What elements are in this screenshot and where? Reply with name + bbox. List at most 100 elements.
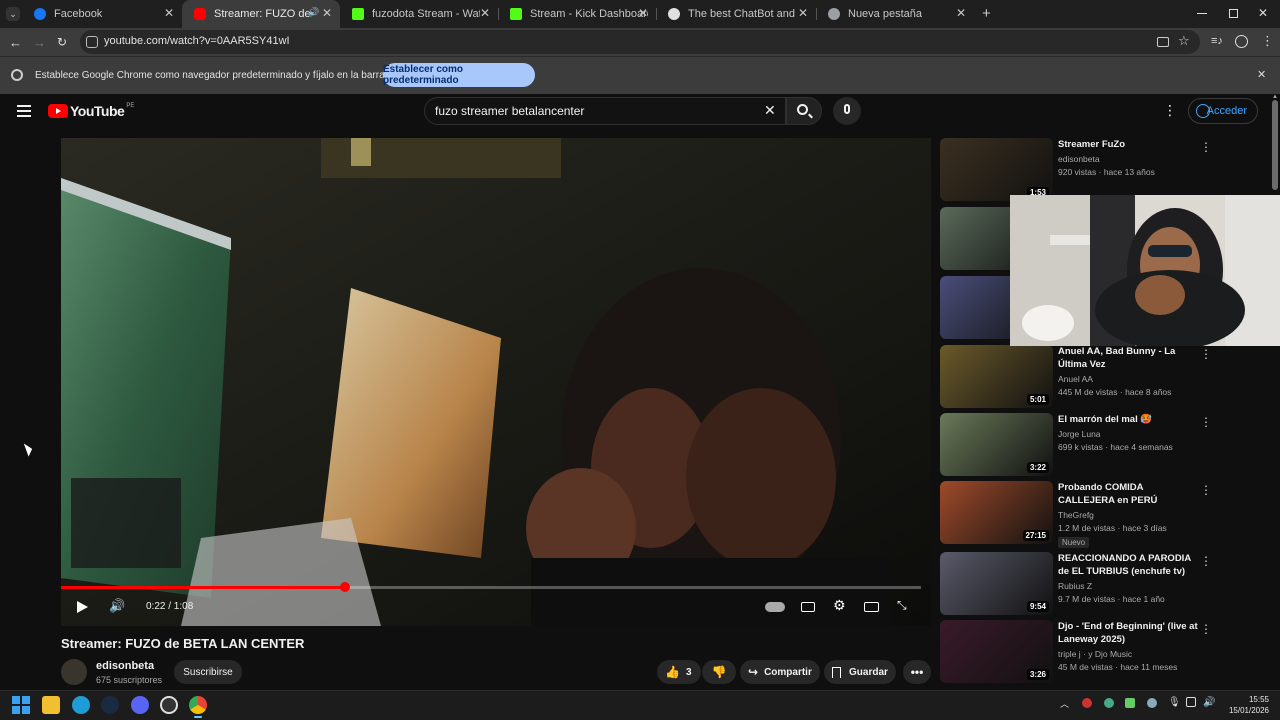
clear-search-icon[interactable]: ✕ <box>764 102 776 119</box>
discord-icon[interactable] <box>131 696 149 714</box>
recommendation-channel[interactable]: Jorge Luna <box>1058 429 1101 439</box>
more-actions-button[interactable]: ••• <box>903 660 931 684</box>
recommendation-item[interactable]: 9:54 REACCIONANDO A PARODIA de EL TURBIUS… <box>940 552 1270 615</box>
media-control-icon[interactable]: ≡♪ <box>1211 35 1223 47</box>
fullscreen-icon[interactable]: ⤡ <box>897 598 907 613</box>
forward-icon[interactable]: → <box>33 35 46 50</box>
search-query[interactable]: fuzo streamer betalancenter <box>435 104 584 118</box>
reload-icon[interactable]: ↻ <box>57 35 67 49</box>
close-infobar-icon[interactable]: ✕ <box>1257 68 1266 81</box>
restore-icon[interactable] <box>1229 9 1238 18</box>
autoplay-toggle[interactable] <box>765 602 785 612</box>
system-clock[interactable]: 15:55 15/01/2026 <box>1221 694 1269 716</box>
url-text[interactable]: youtube.com/watch?v=0AAR5SY41wI <box>104 35 290 47</box>
back-icon[interactable]: ← <box>9 35 22 50</box>
dislike-button[interactable]: 👎 <box>702 660 736 684</box>
recommendation-title[interactable]: REACCIONANDO A PARODIA de EL TURBIUS (en… <box>1058 552 1198 578</box>
close-window-icon[interactable]: ✕ <box>1258 6 1268 20</box>
recommendation-item[interactable]: 3:26 Djo - 'End of Beginning' (live at La… <box>940 620 1270 683</box>
speaker-icon[interactable]: 🔊 <box>308 7 319 18</box>
volume-icon[interactable]: 🔊 <box>109 598 125 614</box>
chrome-menu-icon[interactable]: ⋮ <box>1261 33 1274 49</box>
close-tab-icon[interactable]: ✕ <box>956 6 966 20</box>
sign-in-button[interactable]: Acceder <box>1188 98 1258 124</box>
close-tab-icon[interactable]: ✕ <box>638 6 648 20</box>
file-explorer-icon[interactable] <box>42 696 60 714</box>
more-options-icon[interactable]: ⋮ <box>1200 415 1212 429</box>
tray-app-icon[interactable] <box>1082 698 1092 708</box>
recommendation-channel[interactable]: TheGrefg <box>1058 510 1094 520</box>
more-options-icon[interactable]: ⋮ <box>1200 140 1212 154</box>
theater-mode-icon[interactable] <box>864 602 879 612</box>
subtitles-icon[interactable] <box>801 602 815 612</box>
recommendation-title[interactable]: Streamer FuZo <box>1058 138 1198 151</box>
obs-icon[interactable] <box>160 696 178 714</box>
steam-icon[interactable] <box>101 696 119 714</box>
like-button[interactable]: 👍 3 <box>657 660 701 684</box>
bookmark-star-icon[interactable]: ☆ <box>1178 33 1190 49</box>
microphone-tray-icon[interactable]: 🎙 <box>1168 697 1181 708</box>
video-player[interactable]: 🔊 0:22 / 1:08 ⚙ ⤡ <box>61 138 931 626</box>
recommendation-item[interactable]: 1:53 Streamer FuZo edisonbeta 920 vistas · … <box>940 138 1270 201</box>
tab-kick-dashboard[interactable]: Stream - Kick Dashboard ✕ <box>498 0 656 28</box>
close-tab-icon[interactable]: ✕ <box>480 6 490 20</box>
tab-chatbot[interactable]: The best ChatBot and Widgets ✕ <box>656 0 816 28</box>
youtube-logo[interactable]: YouTube PE <box>48 103 134 119</box>
tab-kick-stream[interactable]: fuzodota Stream - Watch Live o ✕ <box>340 0 498 28</box>
tab-youtube-active[interactable]: Streamer: FUZO de BETA LA 🔊 ✕ <box>182 0 340 28</box>
more-options-icon[interactable]: ⋮ <box>1200 622 1212 636</box>
subscribe-button[interactable]: Suscribirse <box>174 660 242 684</box>
scrubber-handle[interactable] <box>339 582 350 592</box>
set-default-button[interactable]: Establecer como predeterminado <box>383 63 535 87</box>
settings-kebab-icon[interactable]: ⋮ <box>1163 102 1177 119</box>
steam-tray-icon[interactable] <box>1147 698 1157 708</box>
site-info-icon[interactable] <box>86 36 98 48</box>
minimize-icon[interactable] <box>1197 13 1207 14</box>
recommendation-channel[interactable]: Rubius Z <box>1058 581 1092 591</box>
tray-app-icon[interactable] <box>1125 698 1135 708</box>
tab-search-button[interactable]: ⌄ <box>6 7 20 21</box>
tab-new-tab[interactable]: Nueva pestaña ✕ <box>816 0 974 28</box>
page-scrollbar[interactable] <box>1272 100 1278 190</box>
channel-name[interactable]: edisonbeta <box>96 660 154 672</box>
recommendation-thumbnail[interactable]: 27:15 <box>940 481 1053 544</box>
hamburger-menu-icon[interactable] <box>17 105 31 117</box>
settings-gear-icon[interactable]: ⚙ <box>833 597 846 614</box>
search-button[interactable] <box>786 97 822 125</box>
close-tab-icon[interactable]: ✕ <box>164 6 174 20</box>
more-options-icon[interactable]: ⋮ <box>1200 483 1212 497</box>
recommendation-thumbnail[interactable]: 1:53 <box>940 138 1053 201</box>
close-tab-icon[interactable]: ✕ <box>322 6 332 20</box>
recommendation-channel[interactable]: Anuel AA <box>1058 374 1093 384</box>
profile-icon[interactable] <box>1235 35 1248 48</box>
recommendation-item[interactable]: 5:01 Anuel AA, Bad Bunny - La Última Vez A… <box>940 345 1270 408</box>
tray-chevron-icon[interactable]: ︿ <box>1060 697 1069 710</box>
new-tab-button[interactable]: + <box>982 5 991 22</box>
recommendation-thumbnail[interactable]: 3:22 <box>940 413 1053 476</box>
close-tab-icon[interactable]: ✕ <box>798 6 808 20</box>
windows-start-icon[interactable] <box>12 696 30 714</box>
volume-tray-icon[interactable]: 🔊 <box>1203 697 1215 708</box>
play-icon[interactable] <box>77 601 88 613</box>
recommendation-channel[interactable]: edisonbeta <box>1058 154 1100 164</box>
recommendation-channel[interactable]: triple j · y Djo Music <box>1058 649 1132 659</box>
recommendation-thumbnail[interactable]: 5:01 <box>940 345 1053 408</box>
speaker-tray-icon[interactable] <box>1186 697 1196 707</box>
save-button[interactable]: Guardar <box>824 660 896 684</box>
recommendation-title[interactable]: Probando COMIDA CALLEJERA en PERÚ <box>1058 481 1198 507</box>
tab-facebook[interactable]: Facebook ✕ <box>22 0 182 28</box>
recommendation-thumbnail[interactable]: 9:54 <box>940 552 1053 615</box>
edge-icon[interactable] <box>72 696 90 714</box>
recommendation-item[interactable]: 3:22 El marrón del mal 🥵 Jorge Luna 699 k v… <box>940 413 1270 476</box>
voice-search-button[interactable] <box>833 97 861 125</box>
share-button[interactable]: ↪ Compartir <box>740 660 820 684</box>
scroll-up-arrow[interactable]: ▲ <box>1272 94 1278 100</box>
recommendation-title[interactable]: El marrón del mal 🥵 <box>1058 413 1198 426</box>
channel-avatar[interactable] <box>61 659 87 685</box>
recommendation-thumbnail[interactable]: 3:26 <box>940 620 1053 683</box>
install-app-icon[interactable] <box>1157 37 1169 47</box>
more-options-icon[interactable]: ⋮ <box>1200 554 1212 568</box>
recommendation-title[interactable]: Djo - 'End of Beginning' (live at Lanewa… <box>1058 620 1198 646</box>
recommendation-item[interactable]: 27:15 Probando COMIDA CALLEJERA en PERÚ Th… <box>940 481 1270 548</box>
recommendation-title[interactable]: Anuel AA, Bad Bunny - La Última Vez <box>1058 345 1198 371</box>
